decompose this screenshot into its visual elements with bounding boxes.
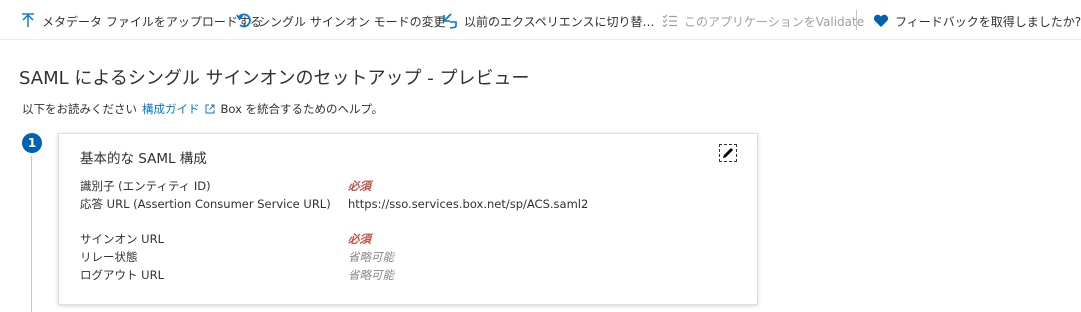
feedback-button[interactable]: フィードバックを取得しましたか? bbox=[873, 10, 1081, 32]
validate-app-button[interactable]: このアプリケーションをValidate bbox=[662, 10, 864, 32]
page-title: SAML によるシングル サインオンのセットアップ - プレビュー bbox=[19, 68, 530, 89]
checklist-icon bbox=[662, 13, 678, 29]
reply-url-value: https://sso.services.box.net/sp/ACS.saml… bbox=[348, 197, 589, 211]
external-link-icon bbox=[205, 104, 215, 114]
switch-old-experience-button[interactable]: 以前のエクスペリエンスに切り替… bbox=[442, 10, 655, 32]
basic-saml-config-card: 基本的な SAML 構成 識別子 (エンティティ ID) 必須 応答 URL (… bbox=[58, 133, 758, 305]
identifier-value: 必須 bbox=[348, 179, 371, 193]
logout-url-value: 省略可能 bbox=[348, 268, 394, 282]
switch-old-experience-label: 以前のエクスペリエンスに切り替… bbox=[464, 14, 655, 29]
help-prefix: 以下をお読みください bbox=[22, 102, 137, 116]
upload-metadata-button[interactable]: メタデータ ファイルをアップロードする bbox=[20, 10, 262, 32]
help-suffix: Box を統合するためのヘルプ。 bbox=[220, 102, 384, 116]
relay-state-value: 省略可能 bbox=[348, 250, 394, 264]
step-number-badge: 1 bbox=[22, 133, 42, 153]
switch-arrows-icon bbox=[442, 13, 458, 29]
card-title: 基本的な SAML 構成 bbox=[80, 151, 207, 167]
edit-button[interactable] bbox=[719, 144, 737, 162]
pencil-icon bbox=[721, 146, 735, 160]
sign-on-url-value: 必須 bbox=[348, 232, 371, 246]
change-sso-mode-button[interactable]: シングル サインオン モードの変更 bbox=[236, 10, 446, 32]
step-connector-line bbox=[31, 156, 32, 312]
identifier-label: 識別子 (エンティティ ID) bbox=[80, 179, 211, 193]
validate-app-label: このアプリケーションをValidate bbox=[684, 14, 865, 29]
sign-on-url-label: サインオン URL bbox=[80, 232, 164, 246]
configuration-guide-link[interactable]: 構成ガイド bbox=[142, 101, 200, 117]
help-text: 以下をお読みください 構成ガイド Box を統合するためのヘルプ。 bbox=[22, 101, 383, 117]
upload-icon bbox=[20, 13, 36, 29]
command-bar: メタデータ ファイルをアップロードする シングル サインオン モードの変更 以前… bbox=[0, 0, 1081, 40]
toolbar-divider bbox=[856, 10, 857, 30]
relay-state-label: リレー状態 bbox=[80, 250, 138, 264]
change-sso-mode-label: シングル サインオン モードの変更 bbox=[258, 14, 446, 29]
logout-url-label: ログアウト URL bbox=[80, 268, 164, 282]
reply-url-label: 応答 URL (Assertion Consumer Service URL) bbox=[80, 197, 331, 211]
undo-icon bbox=[236, 13, 252, 29]
upload-metadata-label: メタデータ ファイルをアップロードする bbox=[42, 14, 262, 29]
heart-icon bbox=[873, 13, 889, 29]
feedback-label: フィードバックを取得しましたか? bbox=[895, 14, 1081, 29]
